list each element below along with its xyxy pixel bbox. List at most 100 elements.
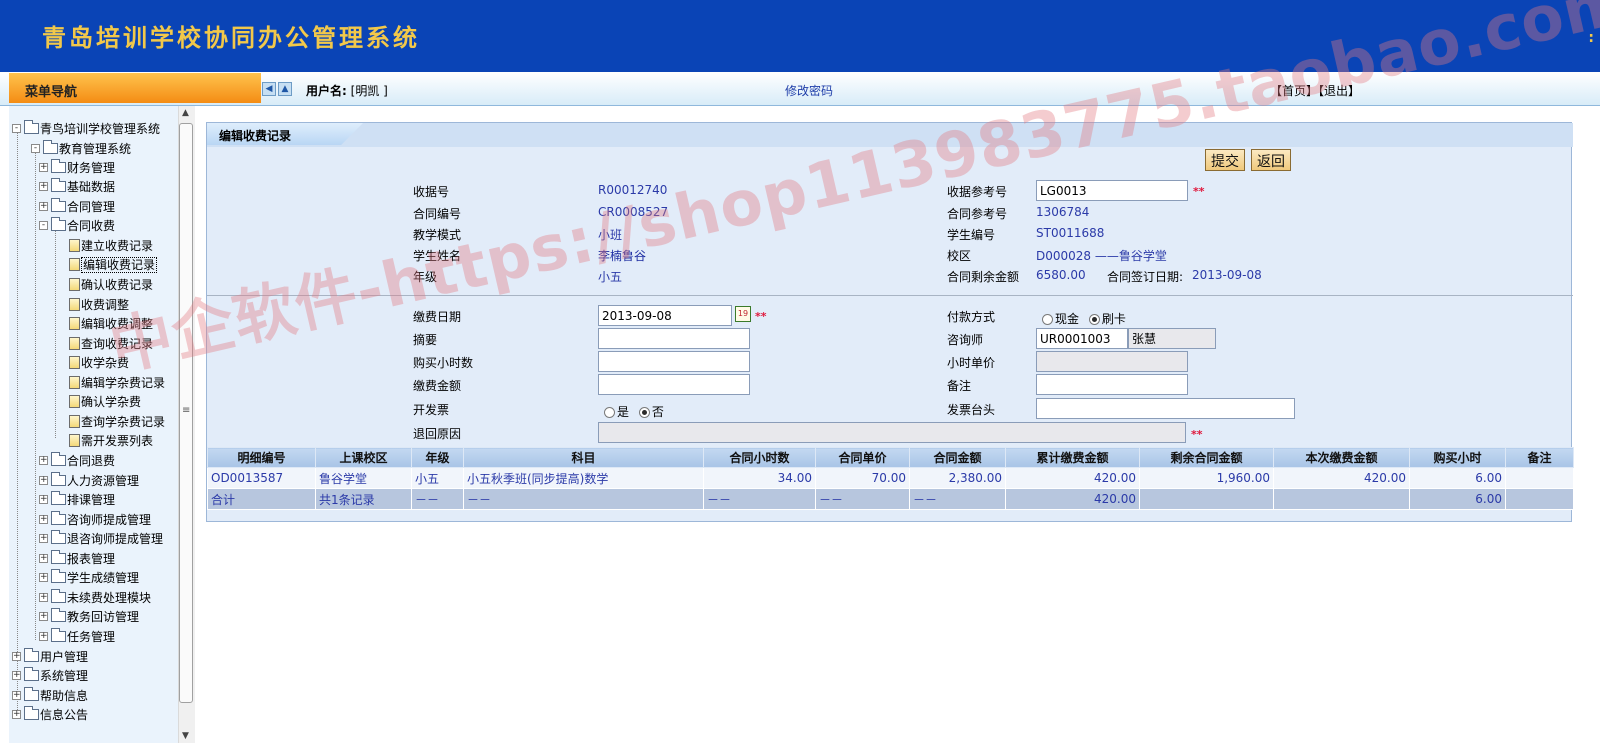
tree-node[interactable]: + 退咨询师提成管理 [39, 530, 163, 548]
folder-icon [51, 198, 66, 212]
tree-node[interactable]: + 合同退费 [39, 452, 115, 470]
card-radio[interactable] [1088, 314, 1100, 325]
pay-date-input[interactable] [598, 305, 732, 326]
student-name-value: 李楠鲁谷 [598, 249, 647, 263]
change-password-link[interactable]: 修改密码 [785, 82, 833, 99]
column-header: 剩余合同金额 [1139, 447, 1274, 468]
summary-input[interactable] [598, 328, 750, 349]
tree-leaf[interactable]: 确认学杂费 [69, 393, 141, 411]
collapse-up-icon[interactable]: ▲ [278, 82, 292, 96]
total-cell: －－ [815, 488, 910, 510]
expand-icon[interactable]: + [12, 710, 21, 719]
tree-leaf[interactable]: 确认收费记录 [69, 276, 153, 294]
folder-icon [24, 648, 39, 662]
cash-radio[interactable] [1042, 314, 1053, 325]
tree-node[interactable]: + 系统管理 [12, 667, 88, 685]
app-title: 青岛培训学校协同办公管理系统 [42, 23, 420, 52]
tree-node[interactable]: + 任务管理 [39, 628, 115, 646]
remark-input[interactable] [1036, 374, 1188, 395]
expand-icon[interactable]: + [12, 671, 21, 680]
expand-icon[interactable]: + [12, 691, 21, 700]
column-header: 合同金额 [909, 447, 1006, 468]
collapse-left-icon[interactable]: ◀ [262, 82, 276, 96]
section-divider [207, 295, 1573, 296]
tree-node-contract[interactable]: + 合同管理 [39, 198, 115, 216]
table-row[interactable]: OD0013587 鲁谷学堂 小五 小五秋季班(同步提高)数学 34.00 70… [207, 467, 1574, 489]
column-header: 合同小时数 [703, 447, 816, 468]
collapse-icon[interactable]: - [39, 221, 48, 230]
pay-method-label: 付款方式 [947, 310, 996, 324]
folder-icon [43, 140, 58, 154]
tree-node-charge[interactable]: - 合同收费 [39, 217, 115, 235]
folder-icon [24, 687, 39, 701]
receipt-ref-input[interactable] [1036, 180, 1188, 201]
expand-icon[interactable]: + [39, 534, 48, 543]
expand-icon[interactable]: + [39, 632, 48, 641]
expand-icon[interactable]: + [39, 163, 48, 172]
invoice-yes-radio[interactable] [604, 407, 615, 418]
tree-leaf[interactable]: 编辑收费调整 [69, 315, 153, 333]
invoice-radio-group: 是 否 [604, 403, 664, 420]
table-cell: 420.00 [1005, 467, 1140, 489]
tree-node-root[interactable]: - 青鸟培训学校管理系统 [12, 120, 160, 138]
expand-icon[interactable]: + [39, 573, 48, 582]
tree-node-edu[interactable]: - 教育管理系统 [31, 140, 131, 158]
tree-leaf[interactable]: 查询收费记录 [69, 335, 153, 353]
tree-node[interactable]: + 咨询师提成管理 [39, 511, 151, 529]
calendar-icon[interactable]: 19 [735, 306, 751, 322]
back-button[interactable]: 返回 [1251, 149, 1291, 171]
table-cell: 70.00 [815, 467, 910, 489]
tree-node[interactable]: + 信息公告 [12, 706, 88, 724]
scroll-down-icon[interactable]: ▼ [182, 731, 189, 741]
total-cell [1273, 488, 1410, 510]
tree-node[interactable]: + 学生成绩管理 [39, 569, 139, 587]
tree-node[interactable]: + 帮助信息 [12, 687, 88, 705]
expand-icon[interactable]: + [39, 495, 48, 504]
tree-node[interactable]: + 人力资源管理 [39, 472, 139, 490]
folder-icon [51, 530, 66, 544]
consultant-id-input[interactable] [1036, 328, 1128, 349]
expand-icon[interactable]: + [39, 515, 48, 524]
top-links: 【首页】【退出】 [1270, 82, 1360, 99]
invoice-no-label: 否 [651, 405, 664, 419]
submit-button[interactable]: 提交 [1205, 149, 1245, 171]
tree-node-basic[interactable]: + 基础数据 [39, 178, 115, 196]
expand-icon[interactable]: + [39, 612, 48, 621]
invoice-no-radio[interactable] [638, 407, 650, 418]
expand-icon[interactable]: + [39, 456, 48, 465]
home-link[interactable]: 【首页】 [1270, 84, 1318, 98]
header-mark: : [1588, 30, 1594, 46]
expand-icon[interactable]: + [39, 202, 48, 211]
tree-leaf[interactable]: 需开发票列表 [69, 432, 153, 450]
hour-price-input [1036, 351, 1188, 372]
expand-icon[interactable]: + [12, 652, 21, 661]
expand-icon[interactable]: + [39, 593, 48, 602]
tree-node[interactable]: + 教务回访管理 [39, 608, 139, 626]
student-name-label: 学生姓名 [413, 249, 462, 263]
pay-amount-input[interactable] [598, 374, 750, 395]
tree-node[interactable]: + 报表管理 [39, 550, 115, 568]
table-cell: OD0013587 [207, 467, 316, 489]
expand-icon[interactable]: + [39, 182, 48, 191]
scroll-up-icon[interactable]: ▲ [182, 108, 189, 118]
student-no-value: ST0011688 [1036, 226, 1105, 240]
tree-node[interactable]: + 未续费处理模块 [39, 589, 151, 607]
tree-leaf-selected[interactable]: 编辑收费记录 [69, 256, 158, 274]
page-icon [69, 415, 80, 428]
tree-leaf[interactable]: 收学杂费 [69, 354, 129, 372]
collapse-icon[interactable]: - [31, 144, 40, 153]
expand-icon[interactable]: + [39, 554, 48, 563]
folder-icon [24, 706, 39, 720]
tree-leaf[interactable]: 收费调整 [69, 296, 129, 314]
collapse-icon[interactable]: - [12, 124, 21, 133]
tree-node[interactable]: + 用户管理 [12, 648, 88, 666]
tree-leaf[interactable]: 查询学杂费记录 [69, 413, 165, 431]
buy-hours-input[interactable] [598, 351, 750, 372]
tree-node-finance[interactable]: + 财务管理 [39, 159, 115, 177]
invoice-title-input[interactable] [1036, 398, 1295, 419]
logout-link[interactable]: 【退出】 [1318, 84, 1360, 98]
expand-icon[interactable]: + [39, 476, 48, 485]
tree-leaf[interactable]: 建立收费记录 [69, 237, 153, 255]
tree-leaf[interactable]: 编辑学杂费记录 [69, 374, 165, 392]
tree-node[interactable]: + 排课管理 [39, 491, 115, 509]
